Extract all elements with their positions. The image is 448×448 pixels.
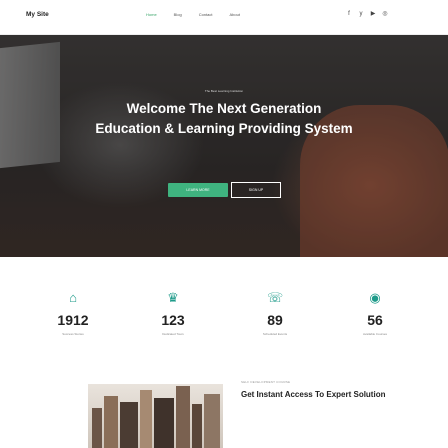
- nav-about[interactable]: About: [229, 12, 239, 17]
- stat-available-courses: ◉ 56 Available Courses: [325, 290, 425, 336]
- hero-overlay: [0, 35, 448, 257]
- site-header: My Site Home Blog Contact About f y ▶ ◎: [0, 0, 448, 35]
- facebook-icon[interactable]: f: [345, 10, 353, 18]
- stat-scheduled-events: ☏ 89 Scheduled Events: [225, 290, 325, 336]
- promo-section: SELF DEVELOPMENT COURSE Get Instant Acce…: [0, 360, 448, 448]
- hero-title-line-2: Education & Learning Providing System: [95, 121, 353, 136]
- instagram-icon[interactable]: ◎: [381, 10, 389, 18]
- book-spine: [104, 396, 118, 448]
- hero-title: Welcome The Next Generation Education & …: [0, 99, 448, 139]
- chat-icon: ☏: [267, 290, 284, 305]
- stats-section: ⌂ 1912 Success Stories ♛ 123 Dedicated T…: [0, 258, 448, 358]
- stat-value: 56: [367, 312, 383, 328]
- nav-contact[interactable]: Contact: [199, 12, 213, 17]
- stat-value: 123: [161, 312, 185, 328]
- stat-label: Available Courses: [362, 332, 388, 336]
- social-links: f y ▶ ◎: [345, 10, 389, 18]
- book-spine: [120, 402, 138, 448]
- graduation-icon: ⌂: [69, 290, 77, 305]
- stat-dedicated-tours: ♛ 123 Dedicated Tours: [123, 290, 223, 336]
- stat-value: 1912: [57, 312, 89, 328]
- main-nav: Home Blog Contact About: [146, 12, 240, 17]
- youtube-icon[interactable]: ▶: [369, 10, 377, 18]
- bookshelf-image: [88, 384, 223, 448]
- stat-value: 89: [267, 312, 283, 328]
- hero-title-line-1: Welcome The Next Generation: [126, 101, 322, 116]
- book-spine: [204, 394, 220, 448]
- nav-blog[interactable]: Blog: [174, 12, 182, 17]
- globe-icon: ◉: [369, 290, 381, 305]
- book-spine: [192, 404, 202, 448]
- stat-label: Dedicated Tours: [162, 332, 184, 336]
- twitter-icon[interactable]: y: [357, 10, 365, 18]
- promo-eyebrow: SELF DEVELOPMENT COURSE: [241, 380, 291, 384]
- book-spine: [176, 386, 190, 448]
- book-spine: [92, 408, 102, 448]
- site-logo[interactable]: My Site: [26, 11, 49, 18]
- book-spine: [140, 390, 152, 448]
- stat-label: Scheduled Events: [262, 332, 288, 336]
- learn-more-button[interactable]: LEARN MORE: [168, 183, 228, 197]
- book-spine: [154, 398, 174, 448]
- crown-icon: ♛: [167, 290, 179, 305]
- stat-label: Success Stories: [62, 332, 84, 336]
- nav-home[interactable]: Home: [146, 12, 157, 17]
- stat-success-stories: ⌂ 1912 Success Stories: [23, 290, 123, 336]
- hero-section: The Best Learning Institution Welcome Th…: [0, 35, 448, 257]
- hero-eyebrow: The Best Learning Institution: [204, 89, 244, 93]
- promo-title: Get Instant Access To Expert Solution: [241, 390, 386, 399]
- sign-up-button[interactable]: SIGN UP: [231, 182, 281, 198]
